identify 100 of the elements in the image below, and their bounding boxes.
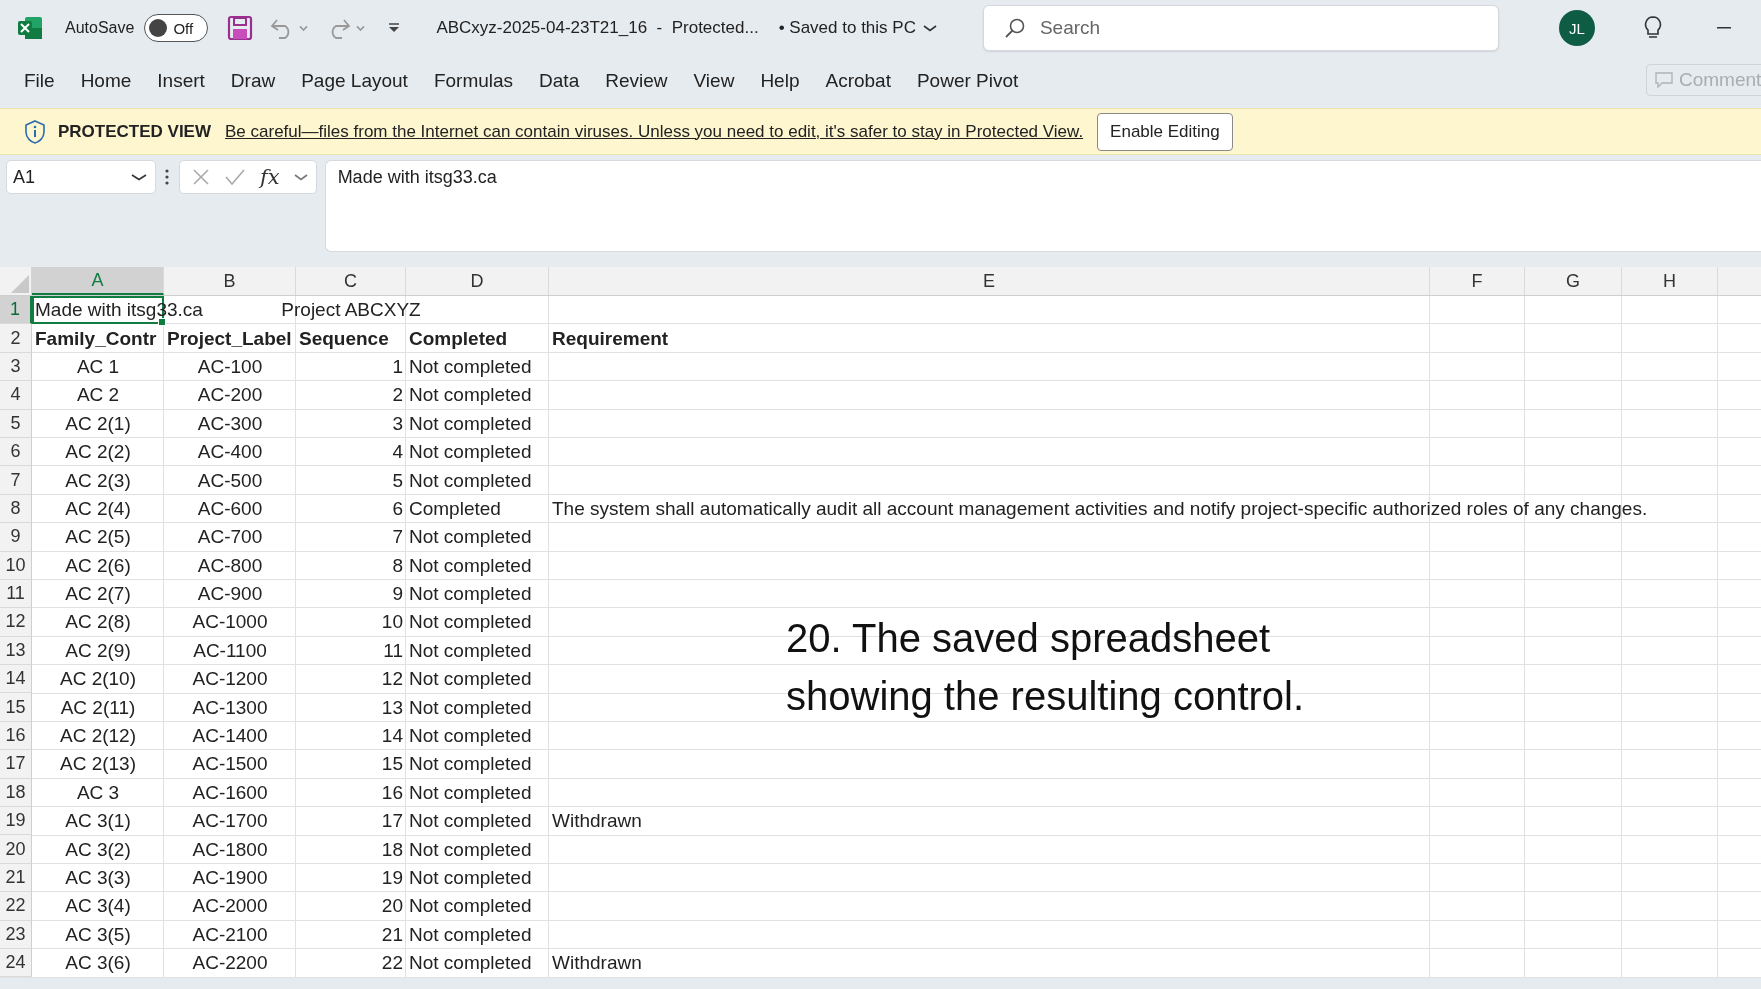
cell-text: AC 2(13) [60,753,136,776]
cell-text: Not completed [409,923,532,946]
ribbon-tab[interactable]: Formulas [420,66,527,96]
user-avatar[interactable]: JL [1558,10,1595,46]
row-header[interactable]: 22 [0,892,32,921]
ribbon-tab[interactable]: View [680,66,748,96]
row-header[interactable]: 9 [0,523,32,552]
cell-text: AC-600 [197,497,263,520]
row-header[interactable]: 7 [0,466,32,495]
cell-text: AC 2(11) [60,696,136,719]
row-header[interactable]: 1 [0,296,32,325]
column-title: Completed [409,327,508,350]
customize-toolbar-icon[interactable] [387,21,402,35]
cell-text: Not completed [409,469,532,492]
ribbon-tab[interactable]: Home [67,66,145,96]
cell-text: Not completed [409,753,532,776]
cell-text: 11 [383,639,403,662]
row-header[interactable]: 20 [0,835,32,864]
cell-text: AC 2(3) [65,469,131,492]
cell-text: 6 [392,497,403,520]
cell-text: AC 2(4) [65,497,131,520]
row-header[interactable]: 18 [0,778,32,808]
row-header[interactable]: 10 [0,551,32,580]
ribbon-tab[interactable]: Draw [217,66,289,96]
file-name: ABCxyz-2025-04-23T21_16 - Protected... [436,18,759,38]
row-header[interactable]: 24 [0,949,32,978]
save-status[interactable]: • Saved to this PC [778,18,916,38]
cell-text: AC 3(4) [65,895,131,918]
formula-input[interactable]: Made with itsg33.ca [324,160,1761,252]
cell-text: AC-1300 [192,696,268,719]
column-header[interactable]: G [1525,267,1622,295]
row-header[interactable]: 3 [0,352,32,382]
ribbon-tab[interactable]: Acrobat [812,66,904,96]
ribbon-tab[interactable]: Help [747,66,813,96]
check-icon[interactable] [224,168,246,186]
row-header[interactable]: 23 [0,920,32,949]
column-title: Sequence [299,327,389,350]
ribbon-tab[interactable]: Review [592,66,681,96]
warning-link[interactable]: Be careful—files from the Internet can contain viruses. Unless you need to edit, it's safer to stay in Protected View. [225,121,1084,142]
cell-text: AC 2 [76,384,120,407]
row-header[interactable]: 15 [0,693,32,722]
enable-editing-button[interactable]: Enable Editing [1097,112,1233,151]
cell-text: AC-1200 [192,668,268,691]
caret-icon [356,24,366,32]
row-header[interactable]: 6 [0,437,32,467]
cell-text: 14 [381,725,403,748]
cell-text: Not completed [409,810,532,833]
cell-text: 3 [392,412,403,435]
row-header[interactable]: 2 [0,324,32,353]
cell-text: Not completed [409,867,532,889]
cell-text: AC-2000 [192,895,268,918]
more-options-icon[interactable] [165,169,169,185]
cell-text: AC 3(6) [65,952,131,975]
cell-text: AC-200 [197,384,263,407]
chevron-icon [922,23,937,33]
column-header[interactable]: F [1430,267,1525,295]
column-header[interactable]: B [164,267,296,295]
column-header[interactable]: H [1622,267,1718,295]
cell-text: AC 2(6) [65,554,131,577]
cell-text: AC 3 [76,781,120,804]
autosave-toggle[interactable]: Off [144,14,209,42]
cell-text: Not completed [409,639,532,662]
excel-logo-icon [17,15,43,41]
row-header[interactable]: 19 [0,807,32,836]
cell-text: AC-1900 [192,867,268,889]
row-header[interactable]: 17 [0,750,32,779]
cell-text: AC 3(5) [65,923,131,946]
insert-function-button[interactable]: fx [260,165,280,189]
cell-text: AC-500 [197,469,263,492]
save-icon[interactable] [227,15,254,41]
ribbon-tab[interactable]: File [11,66,68,96]
ribbon-tab[interactable]: Page Layout [288,66,421,96]
row-header[interactable]: 8 [0,494,32,524]
minimize-icon[interactable] [1716,27,1731,29]
row-header[interactable]: 21 [0,863,32,893]
column-header[interactable]: D [406,267,549,295]
row-header[interactable]: 13 [0,636,32,666]
cell-text: 15 [381,753,403,776]
column-header[interactable]: C [296,267,406,295]
row-header[interactable]: 16 [0,721,32,751]
cell-text: 10 [381,611,403,634]
ribbon-tab[interactable]: Power Pivot [903,66,1032,96]
column-title: Family_Contr [35,327,157,350]
ribbon-tab[interactable]: Insert [144,66,218,96]
lightbulb-icon[interactable] [1642,15,1663,41]
row-header[interactable]: 14 [0,665,32,694]
row-header[interactable]: 4 [0,381,32,410]
row-header[interactable]: 11 [0,579,32,609]
column-header[interactable]: E [549,267,1430,295]
fill-handle[interactable] [158,318,166,327]
name-box[interactable]: A1 [6,160,156,194]
cell-text: AC-300 [197,412,263,435]
cell-text: AC-900 [197,583,263,606]
cell-text: AC-1700 [192,810,268,833]
row-header[interactable]: 5 [0,409,32,438]
ribbon-tab[interactable]: Data [526,66,593,96]
cell-text: AC-400 [197,441,263,464]
cell-text: Not completed [409,725,532,748]
row-header[interactable]: 12 [0,608,32,637]
search-field[interactable]: Search [982,5,1499,51]
